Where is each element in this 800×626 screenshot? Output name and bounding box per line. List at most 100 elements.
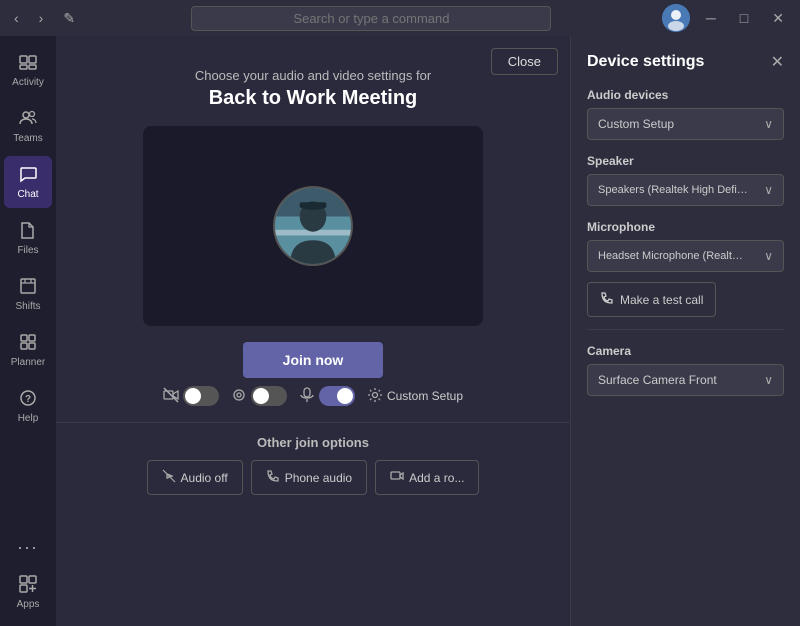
sidebar: Activity Teams Chat	[0, 36, 56, 626]
sidebar-item-activity-label: Activity	[12, 77, 44, 88]
help-icon: ?	[18, 388, 38, 411]
video-preview	[143, 126, 483, 326]
device-settings-panel: Device settings ✕ Audio devices Custom S…	[570, 36, 800, 626]
title-bar: ‹ › ✎ ─ □ ✕	[0, 0, 800, 36]
sidebar-item-teams-label: Teams	[13, 133, 42, 144]
svg-text:?: ?	[25, 394, 31, 405]
blur-control-group	[231, 386, 287, 406]
speaker-value: Speakers (Realtek High Definition Au...	[598, 184, 748, 196]
sidebar-item-apps[interactable]: Apps	[4, 566, 52, 618]
custom-setup-label: Custom Setup	[387, 389, 463, 403]
room-icon	[390, 469, 404, 486]
person-silhouette	[275, 186, 351, 266]
audio-devices-value: Custom Setup	[598, 117, 674, 131]
video-off-icon	[163, 387, 179, 406]
speaker-label: Speaker	[587, 154, 784, 168]
mic-toggle[interactable]	[319, 386, 355, 406]
back-button[interactable]: ‹	[8, 8, 25, 28]
sidebar-item-chat-label: Chat	[17, 189, 38, 200]
audio-off-label: Audio off	[181, 471, 228, 485]
forward-button[interactable]: ›	[33, 8, 50, 28]
speaker-dropdown[interactable]: Speakers (Realtek High Definition Au... …	[587, 174, 784, 206]
mic-control-group	[299, 386, 355, 406]
chat-icon	[18, 164, 38, 187]
device-settings-title: Device settings	[587, 53, 704, 71]
meeting-subtitle: Choose your audio and video settings for	[195, 68, 431, 83]
mic-icon	[299, 387, 315, 406]
settings-control-group: Custom Setup	[367, 387, 463, 406]
phone-audio-label: Phone audio	[285, 471, 352, 485]
title-bar-right: ─ □ ✕	[662, 4, 792, 32]
audio-devices-arrow: ∨	[764, 117, 773, 131]
make-test-call-button[interactable]: Make a test call	[587, 282, 716, 317]
audio-off-button[interactable]: Audio off	[147, 460, 243, 495]
sidebar-item-help-label: Help	[18, 413, 39, 424]
user-avatar-preview	[273, 186, 353, 266]
more-icon: ...	[17, 533, 38, 554]
sidebar-item-teams[interactable]: Teams	[4, 100, 52, 152]
close-device-settings-button[interactable]: ✕	[771, 52, 784, 72]
camera-dropdown[interactable]: Surface Camera Front ∨	[587, 364, 784, 396]
audio-devices-label: Audio devices	[587, 88, 784, 102]
blur-toggle[interactable]	[251, 386, 287, 406]
search-input[interactable]	[191, 6, 551, 31]
sidebar-bottom: ... Apps	[4, 525, 52, 618]
divider	[587, 329, 784, 330]
close-meeting-button[interactable]: Close	[491, 48, 558, 75]
shifts-icon	[18, 276, 38, 299]
apps-label: Apps	[17, 599, 40, 610]
controls-bar: Custom Setup	[163, 386, 463, 406]
meeting-panel: Close Choose your audio and video settin…	[56, 36, 570, 626]
apps-icon	[18, 574, 38, 597]
sidebar-item-shifts[interactable]: Shifts	[4, 268, 52, 320]
blur-icon	[231, 387, 247, 406]
files-icon	[18, 220, 38, 243]
camera-label: Camera	[587, 344, 784, 358]
add-room-label: Add a ro...	[409, 471, 464, 485]
meeting-header: Choose your audio and video settings for…	[195, 68, 431, 110]
microphone-dropdown[interactable]: Headset Microphone (Realtek High D... ∨	[587, 240, 784, 272]
video-toggle[interactable]	[183, 386, 219, 406]
sidebar-item-planner-label: Planner	[11, 357, 45, 368]
microphone-arrow: ∨	[764, 249, 773, 263]
audio-off-icon	[162, 469, 176, 486]
device-settings-header: Device settings ✕	[587, 52, 784, 72]
sidebar-item-planner[interactable]: Planner	[4, 324, 52, 376]
microphone-value: Headset Microphone (Realtek High D...	[598, 250, 748, 262]
minimize-button[interactable]: ─	[698, 8, 724, 28]
video-control-group	[163, 386, 219, 406]
join-now-button[interactable]: Join now	[243, 342, 384, 378]
sidebar-item-shifts-label: Shifts	[15, 301, 40, 312]
sidebar-item-chat[interactable]: Chat	[4, 156, 52, 208]
title-bar-left: ‹ › ✎	[8, 8, 81, 29]
main-layout: Activity Teams Chat	[0, 36, 800, 626]
add-room-button[interactable]: Add a ro...	[375, 460, 479, 495]
meeting-title: Back to Work Meeting	[195, 87, 431, 110]
settings-icon	[367, 387, 383, 406]
join-options-row: Audio off Phone audio	[56, 460, 570, 495]
camera-arrow: ∨	[764, 373, 773, 387]
test-call-icon	[600, 291, 614, 308]
teams-icon	[18, 108, 38, 131]
maximize-button[interactable]: □	[732, 8, 756, 28]
window-close-button[interactable]: ✕	[764, 8, 792, 29]
avatar[interactable]	[662, 4, 690, 32]
sidebar-item-files[interactable]: Files	[4, 212, 52, 264]
other-join-section: Other join options Audio off	[56, 422, 570, 495]
microphone-label: Microphone	[587, 220, 784, 234]
phone-icon	[266, 469, 280, 486]
speaker-arrow: ∨	[764, 183, 773, 197]
sidebar-item-activity[interactable]: Activity	[4, 44, 52, 96]
edit-button[interactable]: ✎	[57, 8, 81, 29]
sidebar-item-files-label: Files	[17, 245, 38, 256]
other-join-title: Other join options	[56, 435, 570, 450]
planner-icon	[18, 332, 38, 355]
sidebar-item-help[interactable]: ? Help	[4, 380, 52, 432]
phone-audio-button[interactable]: Phone audio	[251, 460, 367, 495]
activity-icon	[18, 52, 38, 75]
content-area: Close Choose your audio and video settin…	[56, 36, 800, 626]
make-test-call-label: Make a test call	[620, 293, 703, 307]
sidebar-item-more[interactable]: ...	[4, 525, 52, 562]
audio-devices-dropdown[interactable]: Custom Setup ∨	[587, 108, 784, 140]
camera-value: Surface Camera Front	[598, 373, 717, 387]
